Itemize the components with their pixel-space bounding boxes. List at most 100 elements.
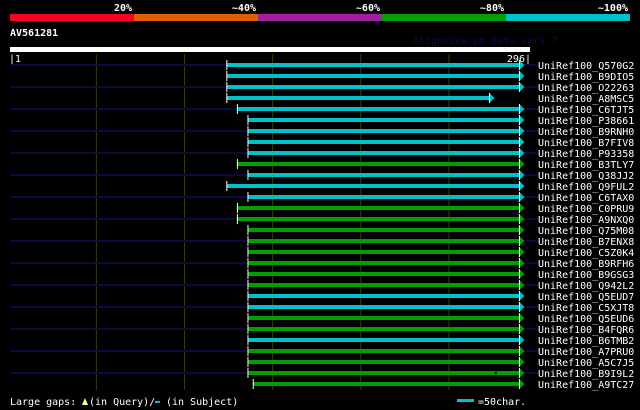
hit-label[interactable]: UniRef100_A9NXQ0 — [538, 215, 634, 226]
hit-bar[interactable] — [247, 118, 520, 122]
hit-bar[interactable] — [247, 239, 520, 243]
hit-bar[interactable] — [247, 250, 520, 254]
hit-bar[interactable] — [247, 360, 520, 364]
hit-label[interactable]: UniRef100_B3TLY7 — [538, 160, 634, 171]
hit-label[interactable]: UniRef100_B6TMB2 — [538, 336, 634, 347]
hit-bar[interactable] — [237, 206, 520, 210]
hit-end-arrow — [519, 291, 525, 301]
hit-bar[interactable] — [247, 173, 520, 177]
hit-bar[interactable] — [226, 85, 520, 89]
hit-row[interactable]: UniRef100_C6TJT5 — [10, 104, 634, 116]
hit-row[interactable]: UniRef100_P93358 — [10, 148, 634, 160]
hit-label[interactable]: UniRef100_A8MSC5 — [538, 94, 634, 105]
hit-bar[interactable] — [226, 74, 520, 78]
hit-bar[interactable] — [247, 294, 520, 298]
hit-bar[interactable] — [247, 327, 520, 331]
hit-bar[interactable] — [247, 151, 520, 155]
hit-row[interactable]: UniRef100_Q5EUD6 — [247, 313, 634, 325]
hit-bar[interactable] — [237, 217, 520, 221]
hit-row[interactable]: UniRef100_B9I9L2 — [10, 368, 634, 380]
legend-query-gap: (in Query)/ — [89, 397, 155, 408]
hit-bar[interactable] — [247, 305, 520, 309]
hit-bar[interactable] — [226, 96, 490, 100]
hit-row[interactable]: UniRef100_A9TC27 — [252, 379, 634, 391]
hit-row[interactable]: UniRef100_Q9FUL2 — [226, 181, 635, 193]
hit-label[interactable]: UniRef100_C5Z0K4 — [538, 248, 634, 259]
hit-row[interactable]: UniRef100_Q38JJ2 — [10, 170, 634, 182]
hit-label[interactable]: UniRef100_Q9FUL2 — [538, 182, 634, 193]
hit-row[interactable]: UniRef100_A9NXQ0 — [10, 214, 634, 226]
hit-label[interactable]: UniRef100_Q5EUD7 — [538, 292, 634, 303]
legend: Large gaps: (in Query)/ (in Subject) =50… — [10, 397, 526, 408]
hit-label[interactable]: UniRef100_A5C7J5 — [538, 358, 634, 369]
hit-label[interactable]: UniRef100_Q942L2 — [538, 281, 634, 292]
hit-bar[interactable] — [247, 140, 520, 144]
hit-end-arrow — [519, 214, 525, 224]
hit-end-arrow — [519, 82, 525, 92]
hit-bar[interactable] — [247, 195, 520, 199]
hit-label[interactable]: UniRef100_B4FQR6 — [538, 325, 634, 336]
hit-bar[interactable] — [247, 261, 520, 265]
hit-label[interactable]: UniRef100_B7ENX8 — [538, 237, 634, 248]
hit-row[interactable]: UniRef100_C5Z0K4 — [247, 247, 634, 259]
hit-row[interactable]: UniRef100_B6TMB2 — [247, 335, 634, 347]
hit-row[interactable]: UniRef100_C6TAX0 — [10, 192, 634, 204]
hit-label[interactable]: UniRef100_Q75M08 — [538, 226, 634, 237]
hit-row[interactable]: UniRef100_Q942L2 — [10, 280, 634, 292]
hit-label[interactable]: UniRef100_C6TAX0 — [538, 193, 634, 204]
hit-bar[interactable] — [247, 371, 520, 375]
scale-segment — [10, 14, 134, 21]
hit-bar[interactable] — [247, 129, 520, 133]
hit-row[interactable]: UniRef100_A8MSC5 — [226, 93, 635, 105]
hit-bar[interactable] — [247, 283, 520, 287]
hit-label[interactable]: UniRef100_B9GSG3 — [538, 270, 634, 281]
hit-label[interactable]: UniRef100_Q5EUD6 — [538, 314, 634, 325]
hit-row[interactable]: UniRef100_C5XJT8 — [10, 302, 634, 314]
hit-bar[interactable] — [253, 382, 520, 386]
hit-row[interactable]: UniRef100_B9GSG3 — [247, 269, 634, 281]
hit-row[interactable]: UniRef100_O22263 — [10, 82, 634, 94]
hit-row[interactable]: UniRef100_Q5EUD7 — [247, 291, 634, 303]
hit-row[interactable]: UniRef100_A5C7J5 — [247, 357, 634, 369]
hit-label[interactable]: UniRef100_P38661 — [538, 116, 634, 127]
legend-gaps-label: Large gaps: — [10, 397, 76, 408]
hit-label[interactable]: UniRef100_O22263 — [538, 83, 634, 94]
hit-row[interactable]: UniRef100_B4FQR6 — [10, 324, 634, 336]
hit-label[interactable]: UniRef100_P93358 — [538, 149, 634, 160]
hit-label[interactable]: UniRef100_B9I9L2 — [538, 369, 634, 380]
hit-bar[interactable] — [226, 63, 520, 67]
hit-bar[interactable] — [247, 228, 520, 232]
hit-label[interactable]: UniRef100_Q38JJ2 — [538, 171, 634, 182]
hit-label[interactable]: UniRef100_B9RFH6 — [538, 259, 634, 270]
hit-label[interactable]: UniRef100_A9TC27 — [538, 380, 634, 391]
hit-label[interactable]: UniRef100_C6TJT5 — [538, 105, 634, 116]
hit-label[interactable]: UniRef100_C5XJT8 — [538, 303, 634, 314]
hit-label[interactable]: UniRef100_B7FIV8 — [538, 138, 634, 149]
hit-label[interactable]: UniRef100_A7PRU0 — [538, 347, 634, 358]
hit-bar[interactable] — [226, 184, 520, 188]
hit-row[interactable]: UniRef100_B7FIV8 — [247, 137, 634, 149]
hit-bar[interactable] — [247, 272, 520, 276]
hit-row[interactable]: UniRef100_C0PRU9 — [236, 203, 634, 215]
hit-bar[interactable] — [247, 316, 520, 320]
hit-label[interactable]: UniRef100_Q570G2 — [538, 61, 634, 72]
hit-row[interactable]: UniRef100_B9DIO5 — [226, 71, 635, 83]
hit-row[interactable]: UniRef100_P38661 — [247, 115, 634, 127]
hit-bar[interactable] — [247, 338, 520, 342]
hit-label[interactable]: UniRef100_B9RNH0 — [538, 127, 634, 138]
hit-row[interactable]: UniRef100_B3TLY7 — [236, 159, 634, 171]
hit-row[interactable]: UniRef100_Q570G2 — [10, 60, 634, 72]
hit-row[interactable]: UniRef100_B9RFH6 — [10, 258, 634, 270]
hit-row[interactable]: UniRef100_B7ENX8 — [10, 236, 634, 248]
hit-label[interactable]: UniRef100_C0PRU9 — [538, 204, 634, 215]
hit-bar[interactable] — [237, 162, 520, 166]
hit-row[interactable]: UniRef100_A7PRU0 — [10, 346, 634, 358]
hit-bar[interactable] — [247, 349, 520, 353]
hit-bar[interactable] — [237, 107, 520, 111]
hit-row[interactable]: UniRef100_B9RNH0 — [10, 126, 634, 138]
hit-row[interactable]: UniRef100_Q75M08 — [247, 225, 634, 237]
hit-label[interactable]: UniRef100_B9DIO5 — [538, 72, 634, 83]
query-ruler — [10, 47, 530, 52]
hit-end-arrow — [519, 379, 525, 389]
hit-end-arrow — [519, 126, 525, 136]
